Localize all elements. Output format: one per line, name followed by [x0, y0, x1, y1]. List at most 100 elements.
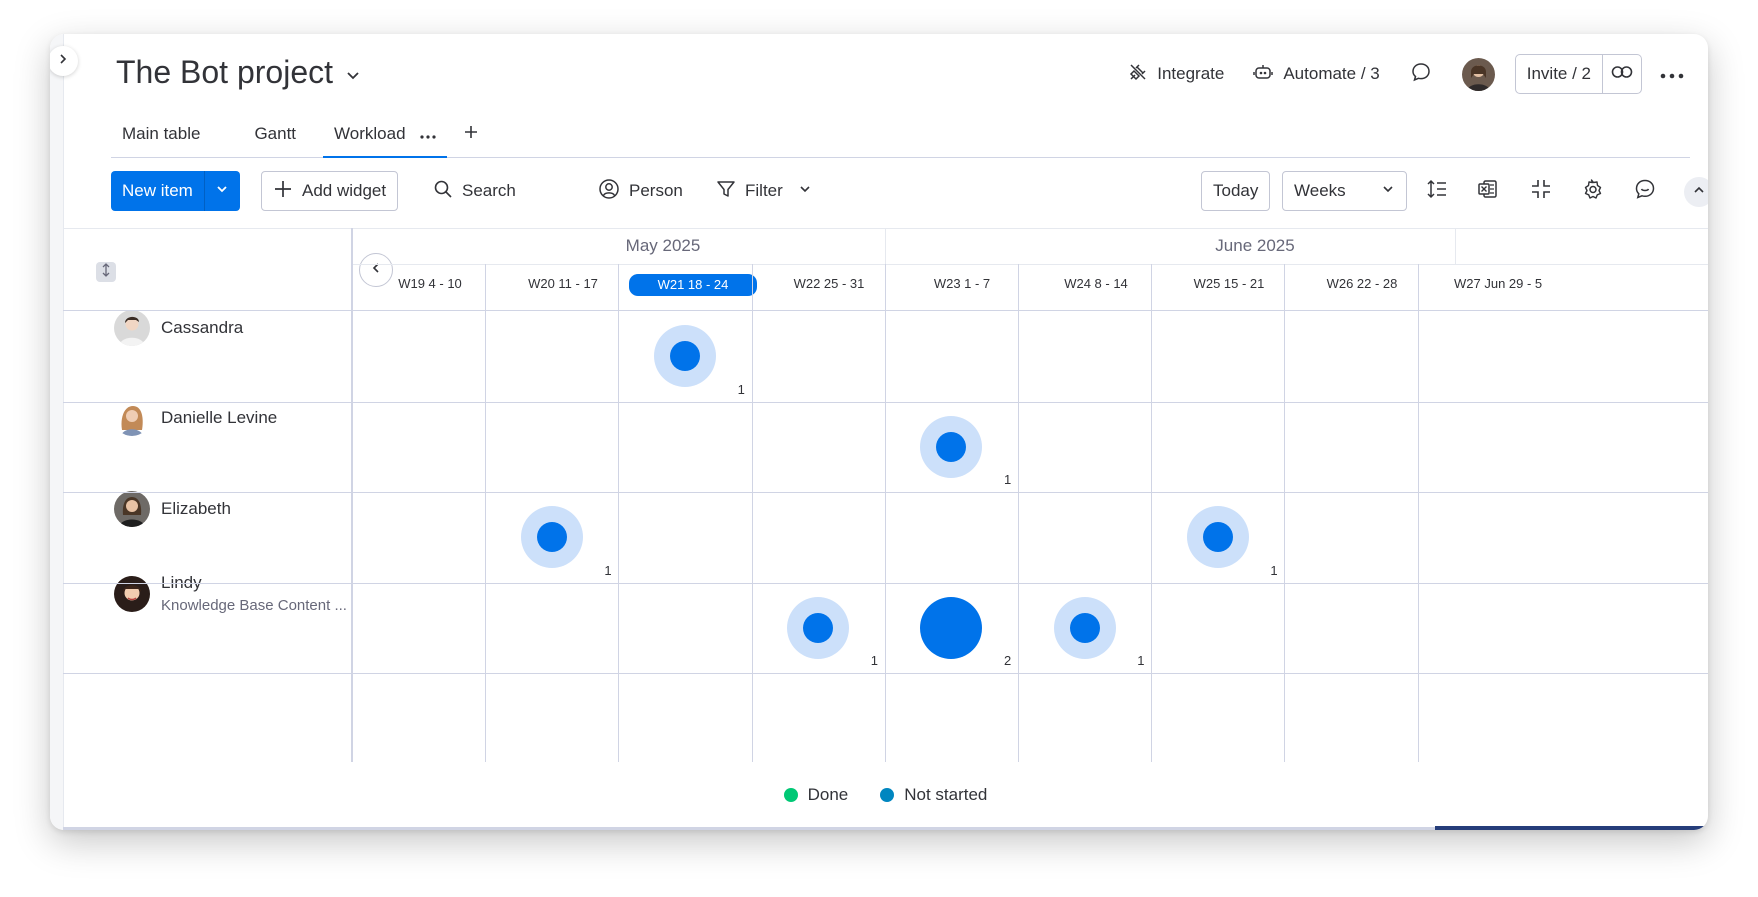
- row-height-button[interactable]: [1417, 171, 1457, 211]
- invite-button[interactable]: Invite / 2: [1516, 55, 1603, 93]
- collapse-header-button[interactable]: [1684, 177, 1708, 207]
- workload-grid: May 2025 June 2025 W19 4 - 10 W20 11 - 1…: [63, 228, 1708, 762]
- chevron-down-icon[interactable]: [798, 181, 812, 201]
- tab-label: Gantt: [254, 123, 297, 143]
- workload-bubble[interactable]: [654, 325, 716, 388]
- integrate-button[interactable]: Integrate: [1128, 62, 1224, 87]
- plus-icon: [273, 179, 293, 204]
- legend-label: Done: [807, 784, 849, 804]
- week-label: W20 11 - 17: [528, 276, 598, 291]
- feedback-button[interactable]: [1625, 171, 1665, 211]
- workload-count: 1: [1137, 653, 1145, 668]
- legend-item-done: Done: [783, 784, 849, 805]
- sort-button[interactable]: [96, 262, 116, 282]
- view-tabs: Main table Gantt Workload: [111, 110, 1690, 158]
- person-row-elizabeth[interactable]: Elizabeth: [114, 491, 231, 527]
- people-column-divider: [351, 228, 353, 762]
- workload-count: 1: [1004, 472, 1012, 487]
- updates-button[interactable]: [1410, 61, 1432, 88]
- workload-count: 1: [1270, 562, 1278, 578]
- new-item-dropdown-button[interactable]: [203, 171, 240, 211]
- copy-link-button[interactable]: [1603, 55, 1641, 93]
- tab-workload[interactable]: Workload: [323, 110, 447, 158]
- chevron-down-icon: [1381, 181, 1395, 201]
- left-sidebar-strip: [50, 34, 64, 830]
- week-label: W24 8 - 14: [1064, 276, 1128, 291]
- new-item-button[interactable]: New item: [111, 171, 204, 211]
- workload-bubble-core: [1202, 522, 1233, 553]
- collapse-view-button[interactable]: [1521, 171, 1561, 211]
- settings-button[interactable]: [1573, 171, 1613, 211]
- add-widget-button[interactable]: Add widget: [261, 171, 399, 211]
- week-column-line: [1417, 264, 1419, 762]
- more-options-button[interactable]: [1660, 64, 1684, 84]
- new-item-split-button: New item: [111, 171, 240, 211]
- month-boundary: [884, 228, 886, 264]
- avatar[interactable]: [1461, 57, 1495, 91]
- more-horizontal-icon[interactable]: [419, 124, 436, 144]
- person-row-danielle-levine[interactable]: Danielle Levine: [114, 400, 277, 436]
- invite-label: Invite / 2: [1526, 64, 1591, 83]
- excel-icon: [1477, 178, 1499, 205]
- workload-bubble-core: [536, 522, 567, 553]
- workload-bubble[interactable]: [920, 415, 983, 478]
- workload-bubble-core: [1069, 612, 1100, 643]
- workload-bubble-core: [803, 612, 834, 643]
- tab-label: Workload: [334, 123, 406, 143]
- person-name: Danielle Levine: [161, 408, 278, 427]
- toolbar: New item Add widget Search Person Filter…: [111, 168, 1708, 212]
- workload-bubble-core: [936, 431, 967, 462]
- plug-icon: [1128, 62, 1148, 87]
- today-button[interactable]: Today: [1201, 171, 1271, 211]
- row-divider: [63, 401, 1708, 403]
- search-button[interactable]: Search: [433, 171, 516, 211]
- workload-bubble[interactable]: [1186, 506, 1249, 569]
- link-icon: [1611, 65, 1633, 84]
- chat-feedback-icon: [1634, 178, 1656, 205]
- time-scale-select[interactable]: Weeks: [1282, 171, 1407, 211]
- integrate-label: Integrate: [1157, 64, 1225, 83]
- export-excel-button[interactable]: [1468, 171, 1508, 211]
- week-column-line: [1151, 264, 1153, 762]
- workload-count: 1: [737, 381, 745, 397]
- row-divider: [63, 673, 1708, 674]
- workload-bubble[interactable]: [920, 596, 983, 659]
- tab-main-table[interactable]: Main table: [111, 110, 211, 157]
- chat-bubble-icon: [1410, 61, 1432, 88]
- add-view-button[interactable]: [453, 110, 489, 157]
- person-row-cassandra[interactable]: Cassandra: [114, 310, 243, 346]
- page-title: The Bot project: [116, 54, 333, 90]
- week-column-line: [884, 264, 886, 762]
- avatar: [114, 310, 150, 346]
- tab-gantt[interactable]: Gantt: [243, 110, 307, 157]
- workload-bubble[interactable]: [1053, 596, 1116, 659]
- expand-sidebar-button[interactable]: [50, 46, 78, 76]
- workload-bubble[interactable]: [787, 596, 850, 659]
- gear-icon: [1582, 178, 1604, 205]
- board-title-dropdown[interactable]: The Bot project: [116, 54, 361, 91]
- person-name: Elizabeth: [161, 499, 231, 518]
- person-label: Person: [629, 181, 683, 200]
- week-label: W27 Jun 29 - 5: [1454, 276, 1543, 291]
- chevron-down-icon: [215, 182, 229, 201]
- legend-item-not-started: Not started: [880, 785, 987, 805]
- time-scale-value: Weeks: [1294, 181, 1346, 200]
- filter-button[interactable]: Filter: [716, 171, 812, 211]
- chevron-up-icon: [1693, 183, 1705, 201]
- person-icon: [598, 178, 620, 205]
- plus-icon: [464, 124, 478, 144]
- automate-label: Automate / 3: [1283, 64, 1380, 83]
- week-label: W19 4 - 10: [398, 276, 462, 291]
- week-column-line: [1284, 264, 1286, 762]
- add-widget-label: Add widget: [302, 181, 387, 200]
- today-label: Today: [1213, 181, 1259, 200]
- workload-bubble[interactable]: [520, 506, 583, 569]
- week-label: W23 1 - 7: [933, 276, 991, 291]
- workload-count: 1: [870, 653, 879, 668]
- sort-arrows-icon: [100, 262, 112, 282]
- person-row-lindy[interactable]: Lindy Knowledge Base Content ...: [114, 573, 347, 614]
- automate-button[interactable]: Automate / 3: [1252, 62, 1380, 87]
- person-filter-button[interactable]: Person: [598, 171, 683, 211]
- tab-label: Main table: [122, 123, 201, 143]
- workload-bubble-core: [670, 341, 700, 372]
